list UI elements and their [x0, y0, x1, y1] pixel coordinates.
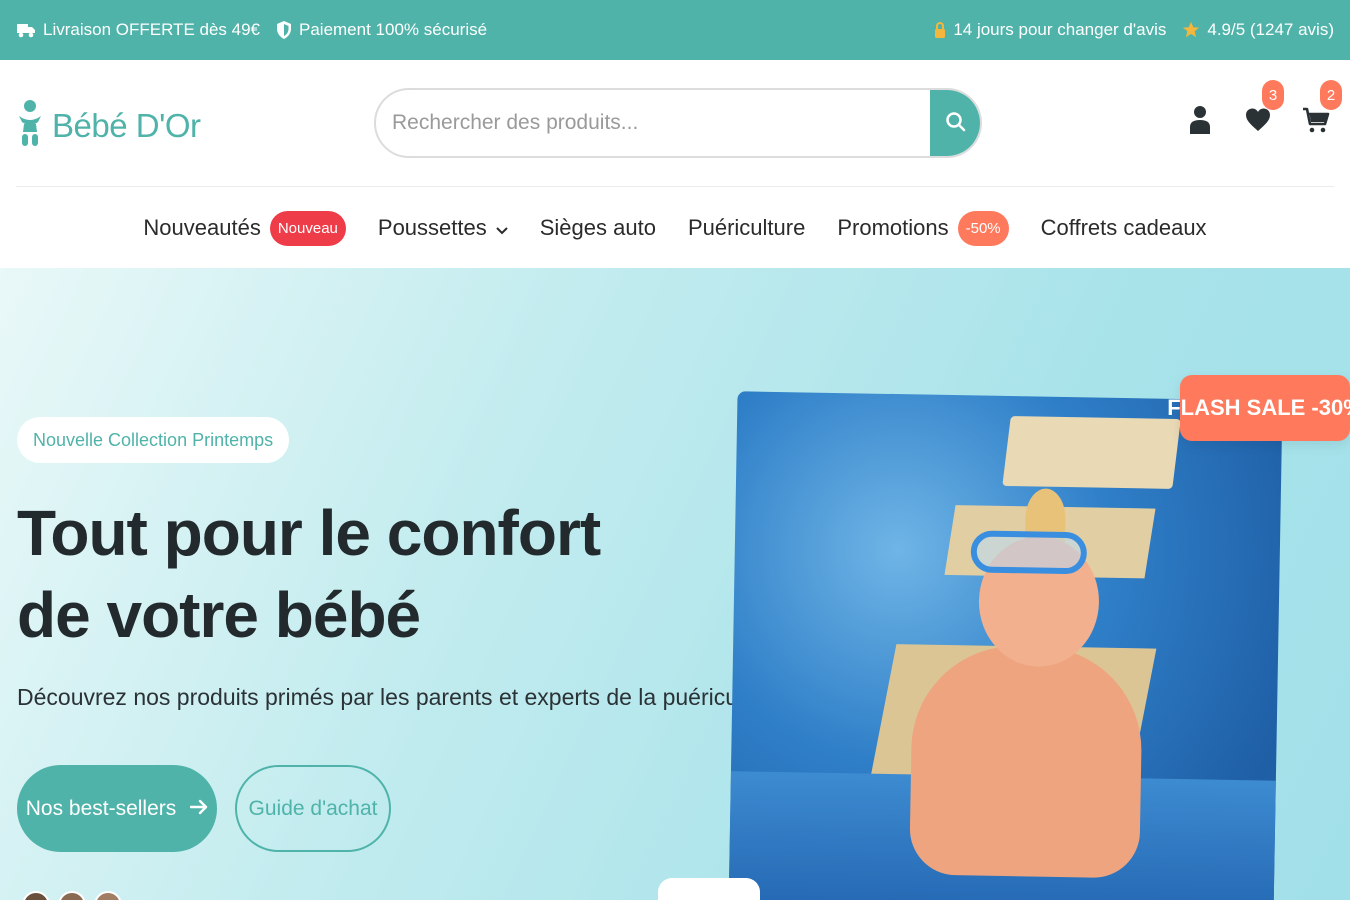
lock-icon [934, 21, 946, 39]
flash-sale-badge: FLASH SALE -30% [1167, 375, 1350, 441]
shipping-info: Livraison OFFERTE dès 49€ [16, 20, 260, 40]
nav-item-label: Promotions [837, 215, 949, 240]
nav-item-puericulture[interactable]: Puériculture [688, 215, 805, 241]
search-icon [945, 111, 967, 136]
nav-item-sieges-auto[interactable]: Sièges auto [540, 215, 656, 241]
header: Bébé D'Or 3 2 [0, 60, 1350, 188]
top-bar: Livraison OFFERTE dès 49€ Paiement 100% … [0, 0, 1350, 60]
nav-item-label: Nouveautés [143, 215, 261, 240]
shield-icon [276, 20, 292, 40]
header-divider [16, 186, 1334, 187]
collection-tag: Nouvelle Collection Printemps [17, 417, 290, 463]
rating-text: 4.9/5 (1247 avis) [1207, 20, 1334, 39]
wishlist-button[interactable]: 3 [1244, 80, 1284, 140]
avatar [22, 891, 50, 900]
cart-button[interactable]: 2 [1302, 80, 1342, 140]
nav-item-poussettes[interactable]: Poussettes [378, 215, 508, 241]
search-bar [374, 88, 982, 158]
payment-text: Paiement 100% sécurisé [299, 20, 488, 39]
header-actions: 3 2 [1186, 80, 1342, 140]
payment-info: Paiement 100% sécurisé [276, 20, 487, 40]
nav-item-nouveautes[interactable]: Nouveautés Nouveau [143, 210, 346, 246]
cart-count-badge: 2 [1320, 80, 1342, 110]
nav-item-label: Sièges auto [539, 215, 656, 240]
best-sellers-label: Nos best-sellers [25, 796, 177, 820]
hero-section: Nouvelle Collection Printemps Tout pour … [0, 268, 1350, 900]
buying-guide-label: Guide d'achat [248, 796, 378, 820]
nav-item-promotions[interactable]: Promotions -50% [837, 210, 1009, 246]
search-button[interactable] [930, 90, 980, 156]
customer-avatars [22, 891, 122, 900]
avatar [58, 891, 86, 900]
floating-card [658, 878, 760, 900]
hero-subtitle: Découvrez nos produits primés par les pa… [17, 684, 790, 710]
nav-item-label: Coffrets cadeaux [1040, 215, 1207, 240]
avatar [94, 891, 122, 900]
shipping-text: Livraison OFFERTE dès 49€ [43, 20, 260, 39]
baby-icon [16, 98, 44, 153]
main-nav: Nouveautés Nouveau Poussettes Sièges aut… [0, 188, 1350, 268]
new-badge: Nouveau [269, 210, 346, 246]
search-input[interactable] [376, 90, 930, 156]
hero-title: Tout pour le confort de votre bébé [17, 497, 601, 651]
truck-icon [16, 21, 36, 39]
returns-text: 14 jours pour changer d'avis [953, 20, 1167, 39]
star-icon [1182, 21, 1200, 39]
best-sellers-button[interactable]: Nos best-sellers [17, 765, 217, 852]
user-icon [1189, 105, 1211, 140]
chevron-down-icon [496, 215, 508, 241]
nav-item-coffrets-cadeaux[interactable]: Coffrets cadeaux [1041, 215, 1207, 241]
heart-icon [1245, 107, 1271, 138]
wishlist-count-badge: 3 [1262, 80, 1284, 110]
account-button[interactable] [1186, 104, 1214, 140]
cart-icon [1302, 106, 1330, 139]
returns-info: 14 jours pour changer d'avis [934, 20, 1166, 40]
nav-item-label: Poussettes [377, 215, 487, 240]
logo-text: Bébé D'Or [52, 106, 201, 144]
arrow-right-icon [190, 797, 208, 821]
hero-image [728, 391, 1283, 900]
buying-guide-button[interactable]: Guide d'achat [235, 765, 391, 852]
discount-badge: -50% [957, 210, 1009, 246]
nav-item-label: Puériculture [687, 215, 806, 240]
rating-info: 4.9/5 (1247 avis) [1182, 20, 1334, 40]
logo[interactable]: Bébé D'Or [16, 98, 201, 153]
